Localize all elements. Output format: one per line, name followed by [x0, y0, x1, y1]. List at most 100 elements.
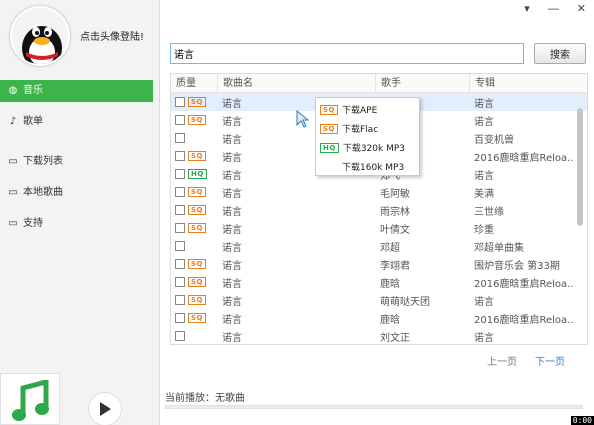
album-cell[interactable]: 诺言 — [470, 329, 574, 344]
row-checkbox[interactable] — [175, 97, 185, 107]
nav-item-label: 歌单 — [23, 116, 43, 127]
row-checkbox[interactable] — [175, 223, 185, 233]
song-name-cell[interactable]: 诺言 — [218, 239, 376, 254]
nav-item-label: 支持 — [23, 218, 43, 229]
quality-cell — [171, 241, 218, 251]
song-name-cell[interactable]: 诺言 — [218, 275, 376, 290]
table-row[interactable]: SQ 诺言 雨宗林 三世缘 — [171, 201, 587, 219]
nav-item-label: 下载列表 — [23, 156, 63, 167]
row-checkbox[interactable] — [175, 115, 185, 125]
song-name-cell[interactable]: 诺言 — [218, 329, 376, 344]
artist-cell[interactable]: 邓超 — [376, 239, 470, 254]
menu-item-download[interactable]: HQ 下载320k MP3 — [316, 138, 419, 157]
quality-cell: SQ — [171, 151, 218, 161]
dropdown-menu-icon[interactable]: ▾ — [524, 2, 530, 15]
time-display: 0:00 — [570, 416, 594, 425]
table-row[interactable]: 诺言 邓超 邓超单曲集 — [171, 237, 587, 255]
table-row[interactable]: SQ 诺言 萌萌哒天团 诺言 — [171, 291, 587, 309]
sq-badge: SQ — [188, 115, 206, 125]
quality-cell: SQ — [171, 295, 218, 305]
song-name-cell[interactable]: 诺言 — [218, 293, 376, 308]
row-checkbox[interactable] — [175, 169, 185, 179]
album-cell[interactable]: 百变机兽 — [470, 131, 574, 146]
album-cell[interactable]: 诺言 — [470, 167, 574, 182]
row-checkbox[interactable] — [175, 331, 185, 341]
row-checkbox[interactable] — [175, 277, 185, 287]
row-checkbox[interactable] — [175, 313, 185, 323]
sq-badge: SQ — [188, 97, 206, 107]
row-checkbox[interactable] — [175, 133, 185, 143]
penguin-avatar-icon — [12, 8, 68, 64]
progress-bar[interactable] — [165, 405, 583, 409]
artist-cell[interactable]: 叶倩文 — [376, 221, 470, 236]
nav-item-download-list[interactable]: ▭ 下载列表 — [0, 151, 160, 173]
nav-item-playlist[interactable]: ♪ 歌单 — [0, 111, 160, 133]
artist-cell[interactable]: 萌萌哒天团 — [376, 293, 470, 308]
song-name-cell[interactable]: 诺言 — [218, 185, 376, 200]
table-row[interactable]: SQ 诺言 李翊君 围炉音乐会 第33期 — [171, 255, 587, 273]
header-quality[interactable]: 质量 — [171, 74, 218, 93]
table-row[interactable]: SQ 诺言 鹿晗 2016鹿晗重启Reloa... — [171, 309, 587, 327]
header-album[interactable]: 专辑 — [470, 74, 574, 93]
sidebar: 点击头像登陆! ◍ 音乐 ♪ 歌单 ▭ 下载列表 ▭ 本地歌曲 ▭ 支持 — [0, 0, 160, 425]
play-button[interactable] — [88, 392, 122, 425]
quality-cell: SQ — [171, 97, 218, 107]
quality-cell: SQ — [171, 205, 218, 215]
row-checkbox[interactable] — [175, 205, 185, 215]
search-button[interactable]: 搜索 — [534, 43, 586, 64]
row-checkbox[interactable] — [175, 295, 185, 305]
prev-page-link[interactable]: 上一页 — [487, 353, 517, 368]
artist-cell[interactable]: 鹿晗 — [376, 275, 470, 290]
table-row[interactable]: SQ 诺言 叶倩文 珍重 — [171, 219, 587, 237]
artist-cell[interactable]: 毛阿敏 — [376, 185, 470, 200]
nav-item-music[interactable]: ◍ 音乐 — [0, 80, 153, 102]
scrollbar[interactable] — [576, 94, 584, 340]
table-row[interactable]: SQ 诺言 鹿晗 2016鹿晗重启Reloa... — [171, 273, 587, 291]
song-name-cell[interactable]: 诺言 — [218, 257, 376, 272]
nav-item-local-songs[interactable]: ▭ 本地歌曲 — [0, 182, 160, 204]
menu-item-download[interactable]: SQ 下载Flac — [316, 119, 419, 138]
search-input[interactable] — [170, 43, 524, 64]
row-checkbox[interactable] — [175, 187, 185, 197]
artist-cell[interactable]: 李翊君 — [376, 257, 470, 272]
song-name-cell[interactable]: 诺言 — [218, 311, 376, 326]
song-name-cell[interactable]: 诺言 — [218, 221, 376, 236]
scrollbar-thumb[interactable] — [577, 108, 583, 226]
row-checkbox[interactable] — [175, 241, 185, 251]
hq-badge: HQ — [188, 169, 207, 179]
close-icon[interactable]: ✕ — [577, 2, 586, 15]
sq-badge: SQ — [320, 104, 338, 115]
table-row[interactable]: SQ 诺言 毛阿敏 美满 — [171, 183, 587, 201]
playlist-icon: ♪ — [9, 116, 17, 127]
album-cell[interactable]: 诺言 — [470, 113, 574, 128]
album-cell[interactable]: 诺言 — [470, 293, 574, 308]
login-prompt[interactable]: 点击头像登陆! — [80, 28, 144, 43]
quality-cell: SQ — [171, 277, 218, 287]
album-cell[interactable]: 2016鹿晗重启Reloa... — [470, 275, 574, 290]
monitor-icon: ▭ — [8, 187, 18, 198]
album-cell[interactable]: 诺言 — [470, 95, 574, 110]
album-cell[interactable]: 2016鹿晗重启Reloa... — [470, 149, 574, 164]
next-page-link[interactable]: 下一页 — [535, 353, 565, 368]
album-cell[interactable]: 2016鹿晗重启Reloa... — [470, 311, 574, 326]
artist-cell[interactable]: 雨宗林 — [376, 203, 470, 218]
header-artist[interactable]: 歌手 — [376, 74, 470, 93]
table-row[interactable]: 诺言 刘文正 诺言 — [171, 327, 587, 344]
nav-item-support[interactable]: ▭ 支持 — [0, 213, 160, 235]
song-name-cell[interactable]: 诺言 — [218, 203, 376, 218]
album-cell[interactable]: 邓超单曲集 — [470, 239, 574, 254]
artist-cell[interactable]: 鹿晗 — [376, 311, 470, 326]
album-cell[interactable]: 珍重 — [470, 221, 574, 236]
header-song-name[interactable]: 歌曲名 — [218, 74, 376, 93]
avatar-button[interactable] — [10, 6, 70, 66]
quality-cell — [171, 331, 218, 341]
album-cell[interactable]: 围炉音乐会 第33期 — [470, 257, 574, 272]
row-checkbox[interactable] — [175, 151, 185, 161]
artist-cell[interactable]: 刘文正 — [376, 329, 470, 344]
row-checkbox[interactable] — [175, 259, 185, 269]
menu-item-download[interactable]: SQ 下载APE — [316, 100, 419, 119]
menu-item-download[interactable]: 下载160k MP3 — [316, 157, 419, 176]
minimize-icon[interactable]: ― — [548, 2, 559, 15]
album-cell[interactable]: 三世缘 — [470, 203, 574, 218]
album-cell[interactable]: 美满 — [470, 185, 574, 200]
